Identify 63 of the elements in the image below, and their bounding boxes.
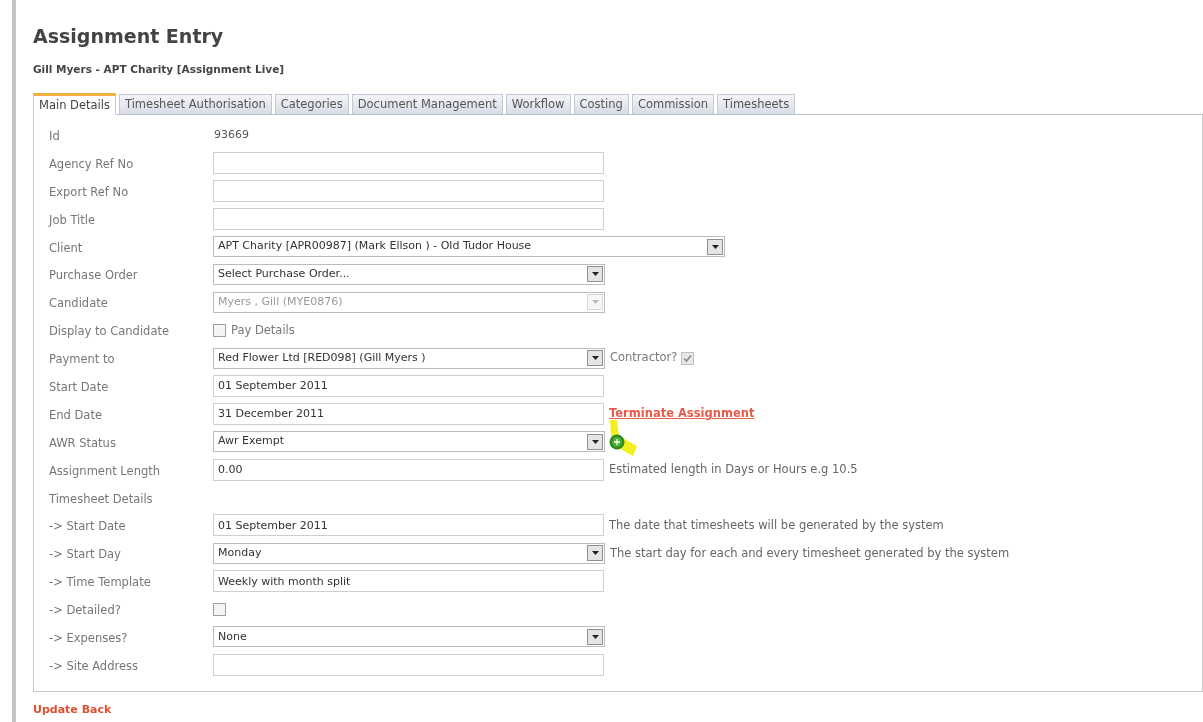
tab[interactable]: Timesheet Authorisation [119, 94, 272, 114]
field-label: Job Title [49, 212, 96, 227]
dropdown[interactable]: None [213, 626, 605, 648]
record-subtitle: Gill Myers - APT Charity [Assignment Live] [33, 62, 285, 77]
field-label: Id [49, 128, 60, 143]
field-label: Start Date [49, 379, 109, 394]
field-label: AWR Status [49, 435, 116, 450]
hint-text: The start day for each and every timesheet generated by the system [610, 544, 1010, 562]
tab[interactable]: Workflow [505, 94, 571, 114]
field-value: 93669 [213, 126, 249, 143]
add-icon[interactable] [609, 433, 625, 450]
checkbox-label: Contractor? [610, 349, 678, 367]
field-label: -> Start Day [49, 547, 121, 562]
input-field[interactable] [213, 653, 604, 676]
terminate-link[interactable]: Terminate Assignment [609, 405, 755, 423]
field-label: -> Detailed? [49, 603, 121, 618]
update-back-link[interactable]: Update Back [33, 702, 112, 719]
field-label: -> Expenses? [49, 630, 128, 645]
dropdown-value: Myers , Gill (MYE0876) [217, 294, 344, 311]
dropdown[interactable]: Monday [213, 542, 605, 564]
field-label: -> Start Date [49, 519, 126, 534]
field-label: Payment to [49, 352, 115, 367]
tab[interactable]: Timesheets [717, 94, 796, 114]
field-label: Agency Ref No [49, 156, 134, 171]
input-field[interactable] [213, 207, 604, 230]
tab[interactable]: Costing [573, 94, 629, 114]
input-field[interactable]: 01 September 2011 [213, 374, 604, 397]
dropdown-value: Red Flower Ltd [RED098] (Gill Myers ) [217, 349, 427, 366]
hint-text: The date that timesheets will be generated by the system [609, 516, 944, 534]
dropdown-value: Monday [217, 545, 263, 562]
tab[interactable]: Main Details [33, 93, 116, 115]
dropdown-value: Awr Exempt [217, 433, 285, 450]
field-label: Client [49, 240, 83, 255]
field-label: -> Site Address [49, 658, 138, 673]
hint-text: Estimated length in Days or Hours e.g 10.5 [609, 461, 858, 478]
dropdown[interactable]: APT Charity [APR00987] (Mark Ellson ) - Old Tudor House [213, 236, 725, 257]
field-label: Display to Candidate [49, 324, 170, 339]
checkbox[interactable] [213, 602, 226, 616]
field-label: Export Ref No [49, 184, 129, 199]
field-label: Candidate [49, 296, 108, 311]
page-title: Assignment Entry [33, 24, 224, 48]
input-field[interactable]: Weekly with month split [213, 570, 604, 593]
field-label: Purchase Order [49, 268, 138, 283]
input-field[interactable]: 01 September 2011 [213, 514, 604, 537]
section-label: Timesheet Details [49, 491, 153, 506]
dropdown-value: Select Purchase Order... [217, 266, 351, 283]
field-label: -> Time Template [49, 575, 151, 590]
tab[interactable]: Document Management [351, 94, 503, 114]
tab[interactable]: Commission [631, 94, 715, 114]
dropdown-value: None [217, 628, 248, 645]
field-label: Assignment Length [49, 463, 161, 478]
input-field[interactable] [213, 151, 604, 174]
input-field[interactable]: 31 December 2011 [213, 402, 604, 425]
dropdown[interactable]: Select Purchase Order... [213, 263, 605, 285]
checkbox[interactable] [213, 323, 226, 337]
input-field[interactable] [213, 179, 604, 202]
tab[interactable]: Categories [274, 94, 349, 114]
dropdown-value: APT Charity [APR00987] (Mark Ellson ) - Old Tudor House [217, 238, 533, 255]
input-field[interactable]: 0.00 [213, 458, 604, 481]
dropdown[interactable]: Red Flower Ltd [RED098] (Gill Myers ) [213, 347, 605, 369]
checkbox-label: Pay Details [231, 321, 295, 339]
dropdown[interactable]: Awr Exempt [213, 431, 605, 453]
field-label: End Date [49, 407, 102, 422]
